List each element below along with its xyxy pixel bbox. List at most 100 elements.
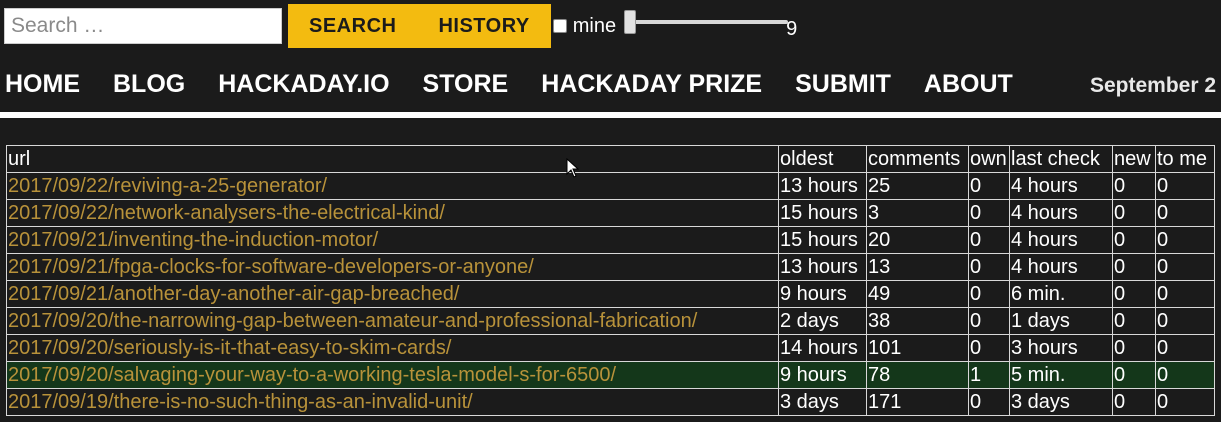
table-row: 2017/09/21/another-day-another-air-gap-b… <box>6 280 1215 308</box>
header-to-me[interactable]: to me <box>1155 145 1215 173</box>
header-last-check[interactable]: last check <box>1009 145 1113 173</box>
cell-last-check: 5 min. <box>1009 361 1113 389</box>
mine-checkbox[interactable] <box>552 19 567 33</box>
cell-last-check: 4 hours <box>1009 199 1113 227</box>
cell-comments: 20 <box>866 226 969 254</box>
cell-to-me: 0 <box>1155 199 1215 227</box>
cell-own: 0 <box>968 388 1010 416</box>
cell-comments: 171 <box>866 388 969 416</box>
article-link[interactable]: 2017/09/22/reviving-a-25-generator/ <box>8 175 327 197</box>
article-link[interactable]: 2017/09/20/the-narrowing-gap-between-ama… <box>8 310 697 332</box>
cell-new: 0 <box>1112 280 1156 308</box>
cell-last-check: 4 hours <box>1009 226 1113 254</box>
header-own[interactable]: own <box>968 145 1010 173</box>
cell-own: 0 <box>968 280 1010 308</box>
cell-comments: 25 <box>866 172 969 200</box>
cell-last-check: 3 days <box>1009 388 1113 416</box>
table-row: 2017/09/21/fpga-clocks-for-software-deve… <box>6 253 1215 281</box>
article-link[interactable]: 2017/09/22/network-analysers-the-electri… <box>8 202 445 224</box>
cell-comments: 49 <box>866 280 969 308</box>
cell-to-me: 0 <box>1155 226 1215 254</box>
header-comments[interactable]: comments <box>866 145 969 173</box>
table-row: 2017/09/22/reviving-a-25-generator/13 ho… <box>6 172 1215 200</box>
mouse-cursor-icon <box>566 158 580 178</box>
cell-own: 1 <box>968 361 1010 389</box>
cell-new: 0 <box>1112 361 1156 389</box>
cell-own: 0 <box>968 199 1010 227</box>
table-row: 2017/09/20/seriously-is-it-that-easy-to-… <box>6 334 1215 362</box>
cell-url: 2017/09/20/seriously-is-it-that-easy-to-… <box>6 334 779 362</box>
article-link[interactable]: 2017/09/21/another-day-another-air-gap-b… <box>8 283 459 305</box>
nav-item-blog[interactable]: BLOG <box>113 70 185 99</box>
cell-url: 2017/09/21/fpga-clocks-for-software-deve… <box>6 253 779 281</box>
cell-oldest: 9 hours <box>778 280 867 308</box>
cell-url: 2017/09/20/the-narrowing-gap-between-ama… <box>6 307 779 335</box>
article-link[interactable]: 2017/09/19/there-is-no-such-thing-as-an-… <box>8 391 473 413</box>
article-link[interactable]: 2017/09/21/fpga-clocks-for-software-deve… <box>8 256 534 278</box>
search-button[interactable]: SEARCH <box>288 4 417 48</box>
cell-to-me: 0 <box>1155 334 1215 362</box>
table-header-row: url oldest comments own last check new t… <box>6 145 1215 173</box>
mine-label: mine <box>572 14 617 37</box>
header-new[interactable]: new <box>1112 145 1156 173</box>
cell-last-check: 1 days <box>1009 307 1113 335</box>
header-url[interactable]: url <box>6 145 779 173</box>
cell-last-check: 4 hours <box>1009 253 1113 281</box>
slider-track[interactable] <box>624 20 789 24</box>
cell-oldest: 13 hours <box>778 253 867 281</box>
cell-last-check: 6 min. <box>1009 280 1113 308</box>
cell-oldest: 15 hours <box>778 199 867 227</box>
cell-new: 0 <box>1112 199 1156 227</box>
cell-oldest: 2 days <box>778 307 867 335</box>
table-row: 2017/09/22/network-analysers-the-electri… <box>6 199 1215 227</box>
search-toolbar: SEARCH HISTORY mine 9 <box>4 4 798 48</box>
cell-comments: 101 <box>866 334 969 362</box>
nav-item-home[interactable]: HOME <box>5 70 80 99</box>
nav-divider <box>0 112 1221 118</box>
table-row: 2017/09/20/the-narrowing-gap-between-ama… <box>6 307 1215 335</box>
cell-comments: 3 <box>866 199 969 227</box>
cell-oldest: 15 hours <box>778 226 867 254</box>
cell-new: 0 <box>1112 334 1156 362</box>
header-oldest[interactable]: oldest <box>778 145 867 173</box>
nav-item-hackaday-prize[interactable]: HACKADAY PRIZE <box>541 70 762 99</box>
cell-to-me: 0 <box>1155 361 1215 389</box>
slider-thumb[interactable] <box>624 10 637 34</box>
cell-url: 2017/09/22/reviving-a-25-generator/ <box>6 172 779 200</box>
cell-comments: 78 <box>866 361 969 389</box>
table-row: 2017/09/19/there-is-no-such-thing-as-an-… <box>6 388 1215 416</box>
slider-value: 9 <box>786 18 798 40</box>
table-row: 2017/09/20/salvaging-your-way-to-a-worki… <box>6 361 1215 389</box>
cell-last-check: 4 hours <box>1009 172 1113 200</box>
range-slider: 9 <box>624 6 798 46</box>
article-link[interactable]: 2017/09/20/seriously-is-it-that-easy-to-… <box>8 337 452 359</box>
nav-item-hackaday-io[interactable]: HACKADAY.IO <box>218 70 389 99</box>
cell-url: 2017/09/19/there-is-no-such-thing-as-an-… <box>6 388 779 416</box>
results-body: 2017/09/22/reviving-a-25-generator/13 ho… <box>6 172 1215 416</box>
cell-own: 0 <box>968 307 1010 335</box>
cell-to-me: 0 <box>1155 253 1215 281</box>
nav-item-store[interactable]: STORE <box>423 70 509 99</box>
cell-new: 0 <box>1112 253 1156 281</box>
cell-oldest: 9 hours <box>778 361 867 389</box>
search-input[interactable] <box>4 8 282 44</box>
main-nav: HOME BLOG HACKADAY.IO STORE HACKADAY PRI… <box>5 64 1046 104</box>
cell-comments: 38 <box>866 307 969 335</box>
cell-url: 2017/09/20/salvaging-your-way-to-a-worki… <box>6 361 779 389</box>
cell-oldest: 13 hours <box>778 172 867 200</box>
page: SEARCH HISTORY mine 9 HOME BLOG HACKADAY… <box>0 0 1221 422</box>
history-button[interactable]: HISTORY <box>417 4 550 48</box>
article-link[interactable]: 2017/09/20/salvaging-your-way-to-a-worki… <box>8 364 616 386</box>
search-button-group: SEARCH HISTORY <box>288 4 551 48</box>
cell-oldest: 3 days <box>778 388 867 416</box>
cell-oldest: 14 hours <box>778 334 867 362</box>
nav-item-about[interactable]: ABOUT <box>924 70 1013 99</box>
cell-url: 2017/09/21/another-day-another-air-gap-b… <box>6 280 779 308</box>
cell-own: 0 <box>968 334 1010 362</box>
cell-own: 0 <box>968 172 1010 200</box>
article-link[interactable]: 2017/09/21/inventing-the-induction-motor… <box>8 229 378 251</box>
cell-own: 0 <box>968 226 1010 254</box>
results-table: url oldest comments own last check new t… <box>6 145 1215 416</box>
cell-url: 2017/09/21/inventing-the-induction-motor… <box>6 226 779 254</box>
nav-item-submit[interactable]: SUBMIT <box>795 70 891 99</box>
